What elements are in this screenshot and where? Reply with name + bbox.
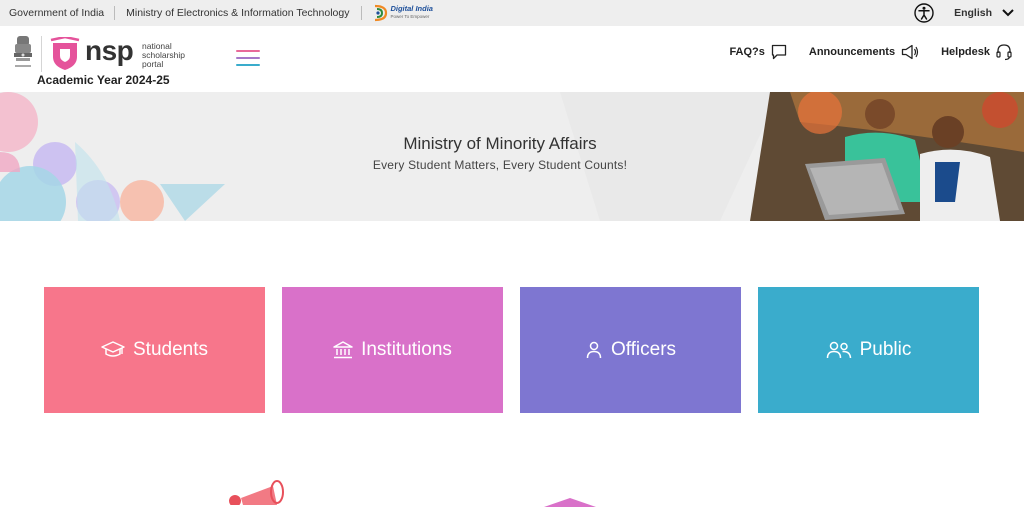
officers-tile[interactable]: Officers — [520, 287, 741, 413]
digital-india-tagline: Power To Empower — [390, 14, 430, 19]
helpdesk-link[interactable]: Helpdesk — [941, 43, 1012, 61]
public-tile[interactable]: Public — [758, 287, 979, 413]
announcements-label: Announcements — [808, 46, 896, 58]
digital-india-icon — [375, 4, 388, 22]
accessibility-icon[interactable] — [914, 3, 934, 23]
institutions-label: Institutions — [361, 339, 452, 360]
nsp-logo-text: nsp — [85, 35, 134, 66]
nsp-shield-icon — [50, 37, 80, 70]
hamburger-line — [236, 50, 260, 52]
hamburger-menu-button[interactable] — [236, 50, 260, 70]
digital-india-logo[interactable]: Digital India Power To Empower — [372, 4, 433, 22]
hamburger-line — [236, 64, 260, 66]
public-label: Public — [859, 339, 912, 360]
students-tile[interactable]: Students — [44, 287, 265, 413]
site-header: nsp national scholarship portal Academic… — [0, 26, 1024, 92]
people-icon — [826, 341, 851, 359]
institution-illustration — [544, 498, 596, 507]
academic-year: Academic Year 2024-25 — [37, 73, 170, 87]
chevron-down-icon — [1002, 9, 1014, 17]
faq-label: FAQ?s — [729, 46, 765, 58]
hero-banner: Ministry of Minority Affairs Every Stude… — [0, 92, 1024, 221]
logo-line-portal: portal — [142, 59, 164, 69]
person-icon — [586, 341, 602, 359]
language-selector[interactable]: English — [944, 7, 1014, 19]
faq-link[interactable]: FAQ?s — [729, 44, 787, 60]
hamburger-line — [236, 57, 260, 59]
digital-india-text: Digital India — [390, 4, 433, 13]
helpdesk-label: Helpdesk — [941, 46, 990, 58]
headset-icon — [996, 44, 1012, 61]
chat-bubble-icon — [771, 44, 787, 60]
header-nav: FAQ?s Announcements Helpdesk — [729, 26, 1012, 78]
students-label: Students — [133, 339, 208, 360]
officers-label: Officers — [610, 339, 677, 360]
banner-decorative-shapes — [0, 92, 1024, 221]
institutions-tile[interactable]: Institutions — [282, 287, 503, 413]
banner-subtitle: Every Student Matters, Every Student Cou… — [372, 158, 628, 172]
graduation-cap-icon — [101, 341, 125, 357]
language-label: English — [954, 7, 992, 19]
logo-divider — [41, 36, 42, 72]
gov-topbar: Government of India Ministry of Electron… — [0, 0, 1024, 26]
megaphone-icon — [901, 44, 919, 60]
national-emblem-icon — [14, 36, 32, 67]
gov-of-india-link[interactable]: Government of India — [0, 6, 116, 20]
announcements-link[interactable]: Announcements — [809, 44, 919, 60]
nsp-logo-subtitle: national scholarship portal — [142, 42, 185, 69]
megaphone-illustration — [229, 480, 284, 505]
user-type-tiles: Students Institutions Officers Public — [44, 287, 979, 413]
institution-icon — [333, 341, 353, 359]
meity-link[interactable]: Ministry of Electronics & Information Te… — [115, 6, 363, 20]
banner-title: Ministry of Minority Affairs — [403, 134, 597, 153]
